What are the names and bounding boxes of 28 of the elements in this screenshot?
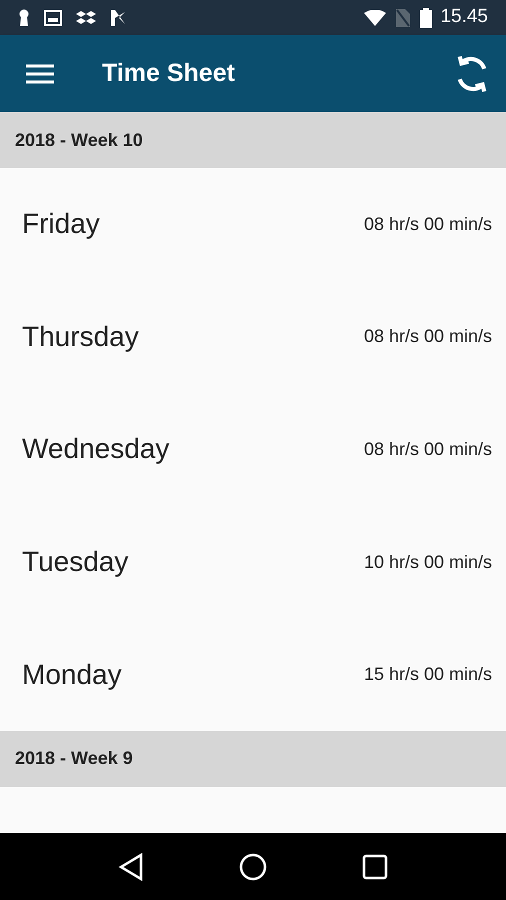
day-name: Wednesday xyxy=(22,432,170,466)
day-name: Monday xyxy=(22,658,122,692)
day-name: Thursday xyxy=(22,320,139,354)
hours-text: 08 hr/s 00 min/s xyxy=(364,325,492,348)
hours-text: 08 hr/s 00 min/s xyxy=(364,438,492,461)
day-row[interactable]: Thursday 08 hr/s 00 min/s xyxy=(0,280,506,394)
day-row[interactable]: Tuesday 10 hr/s 00 min/s xyxy=(0,506,506,618)
day-row[interactable]: Friday 08 hr/s 00 min/s xyxy=(0,168,506,281)
recents-button[interactable] xyxy=(362,854,388,880)
box-icon xyxy=(76,10,96,26)
day-row[interactable]: Wednesday 08 hr/s 00 min/s xyxy=(0,393,506,506)
day-name: Friday xyxy=(22,207,100,242)
battery-icon xyxy=(420,8,432,28)
hours-text: 15 hr/s 00 min/s xyxy=(364,663,492,686)
week-header: 2018 - Week 9 xyxy=(0,730,506,787)
image-icon xyxy=(44,10,62,26)
hours-text: 08 hr/s 00 min/s xyxy=(364,212,492,236)
status-time: 15.45 xyxy=(440,5,488,30)
home-button[interactable] xyxy=(238,852,267,880)
app-title: Time Sheet xyxy=(102,58,235,89)
wifi-icon xyxy=(364,10,386,26)
day-row[interactable]: Monday 15 hr/s 00 min/s xyxy=(0,618,506,731)
back-button[interactable] xyxy=(118,852,144,880)
no-sim-icon xyxy=(396,8,410,26)
keyhole-icon xyxy=(18,8,30,26)
day-name: Tuesday xyxy=(22,545,128,580)
hours-text: 10 hr/s 00 min/s xyxy=(364,550,492,574)
week-header: 2018 - Week 10 xyxy=(0,112,506,168)
